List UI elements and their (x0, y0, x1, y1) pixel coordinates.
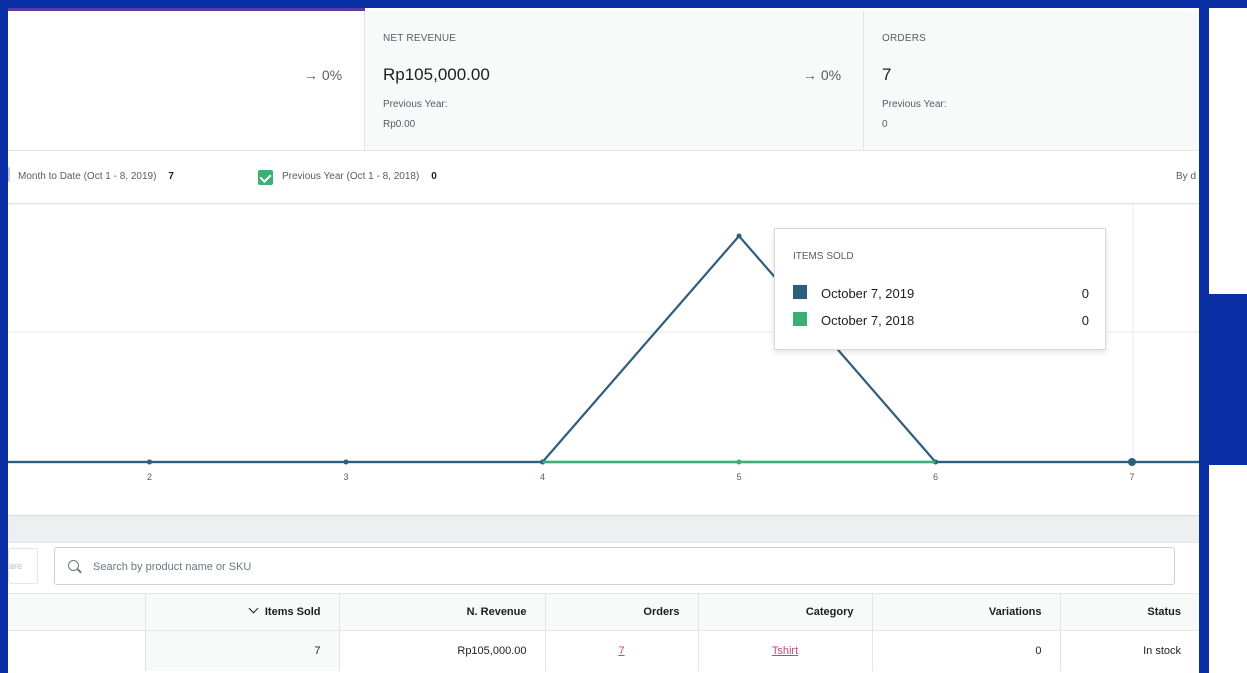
chart-legend: Month to Date (Oct 1 - 8, 2019) 7 Previou… (8, 151, 1199, 204)
summary-numbers: → 0% NET REVENUE Rp105,000.00 Previous Y… (8, 11, 1199, 151)
column-header-items-sold[interactable]: Items Sold (144, 593, 339, 631)
summary-tile-orders[interactable]: ORDERS 7 Previous Year: 0 (864, 11, 1199, 150)
x-tick-label: 3 (343, 472, 348, 482)
column-header-label: Orders (643, 606, 680, 618)
data-point (736, 233, 742, 239)
tile-value: Rp105,000.00 (383, 65, 490, 84)
column-header-label: Variations (988, 606, 1042, 618)
x-tick-label: 6 (933, 472, 938, 482)
chart-tooltip: ITEMS SOLD October 7, 2019 0 October 7, … (774, 228, 1106, 350)
tooltip-row-label: October 7, 2019 (821, 286, 915, 301)
data-point (343, 459, 349, 465)
x-tick-label: 4 (540, 472, 545, 482)
previous-year-label: Previous Year: (882, 99, 947, 110)
search-icon (68, 560, 79, 571)
column-header-label: Category (805, 606, 854, 618)
tooltip-row-value: 0 (1081, 286, 1089, 301)
table-header-bar (8, 515, 1199, 543)
tile-label: ORDERS (882, 33, 926, 44)
cell-net-revenue: Rp105,000.00 (338, 630, 545, 671)
cell-orders: 7 (544, 630, 698, 671)
data-point (147, 459, 152, 465)
tooltip-row-label: October 7, 2018 (821, 313, 915, 328)
legend-previous-value: 0 (431, 171, 437, 182)
delta-percentage: → 0% (803, 67, 842, 83)
category-link[interactable]: Tshirt (772, 645, 798, 657)
delta-percentage: → 0% (304, 67, 343, 83)
orders-link[interactable]: 7 (618, 645, 624, 657)
previous-year-value: 0 (882, 119, 888, 130)
column-header-product (8, 593, 145, 631)
x-tick-label: 7 (1129, 472, 1134, 482)
cell-category: Tshirt (697, 630, 872, 671)
legend-current-label: Month to Date (Oct 1 - 8, 2019) (18, 171, 157, 182)
x-tick-label: 2 (147, 472, 152, 482)
cell-status: In stock (1059, 630, 1199, 671)
right-edge-panel-bottom (1209, 465, 1247, 673)
chevron-down-icon (248, 603, 259, 614)
column-header-label: Status (1147, 606, 1181, 618)
previous-year-label: Previous Year: (383, 99, 448, 110)
series-swatch (793, 312, 807, 326)
legend-current-value: 7 (168, 171, 174, 182)
cell-variations: 0 (871, 630, 1060, 671)
previous-year-value: Rp0.00 (383, 119, 416, 130)
legend-previous-period[interactable]: Previous Year (Oct 1 - 8, 2018) 0 (282, 171, 437, 182)
search-input[interactable] (91, 556, 695, 578)
highlight-point (1128, 458, 1136, 466)
previous-year-checkbox[interactable] (258, 170, 273, 185)
summary-tile-net-revenue[interactable]: NET REVENUE Rp105,000.00 Previous Year: … (365, 11, 864, 150)
column-header-variations[interactable]: Variations (871, 593, 1060, 631)
x-tick-label: 5 (736, 472, 741, 482)
compare-button[interactable]: are (8, 548, 38, 584)
column-header-net-revenue[interactable]: N. Revenue (338, 593, 545, 631)
column-header-category[interactable]: Category (697, 593, 872, 631)
tooltip-row-value: 0 (1081, 313, 1089, 328)
series-swatch (793, 285, 807, 299)
analytics-page: → 0% NET REVENUE Rp105,000.00 Previous Y… (8, 0, 1199, 673)
tooltip-title: ITEMS SOLD (793, 251, 854, 262)
column-header-label: N. Revenue (466, 606, 527, 618)
products-table: Items Sold N. Revenue Orders Category Va… (8, 593, 1199, 671)
table-row: 7 Rp105,000.00 7 Tshirt 0 In stock (8, 630, 1199, 671)
top-border (8, 0, 1199, 8)
search-box[interactable] (54, 547, 1175, 585)
tile-value: 7 (882, 65, 892, 84)
table-header-row: Items Sold N. Revenue Orders Category Va… (8, 593, 1199, 631)
tile-label: NET REVENUE (383, 33, 457, 44)
cell-items-sold: 7 (144, 630, 339, 671)
column-header-label: Items Sold (264, 606, 321, 618)
right-edge-panel-top (1209, 8, 1247, 294)
current-period-checkbox[interactable] (8, 167, 10, 182)
summary-tile-items-sold[interactable]: → 0% (8, 11, 365, 150)
column-header-orders[interactable]: Orders (544, 593, 698, 631)
cell-product (8, 631, 145, 671)
column-header-status[interactable]: Status (1059, 593, 1199, 631)
interval-select[interactable]: By d (1176, 171, 1196, 182)
legend-previous-label: Previous Year (Oct 1 - 8, 2018) (282, 171, 420, 182)
legend-current-period[interactable]: Month to Date (Oct 1 - 8, 2019) 7 (18, 171, 174, 182)
